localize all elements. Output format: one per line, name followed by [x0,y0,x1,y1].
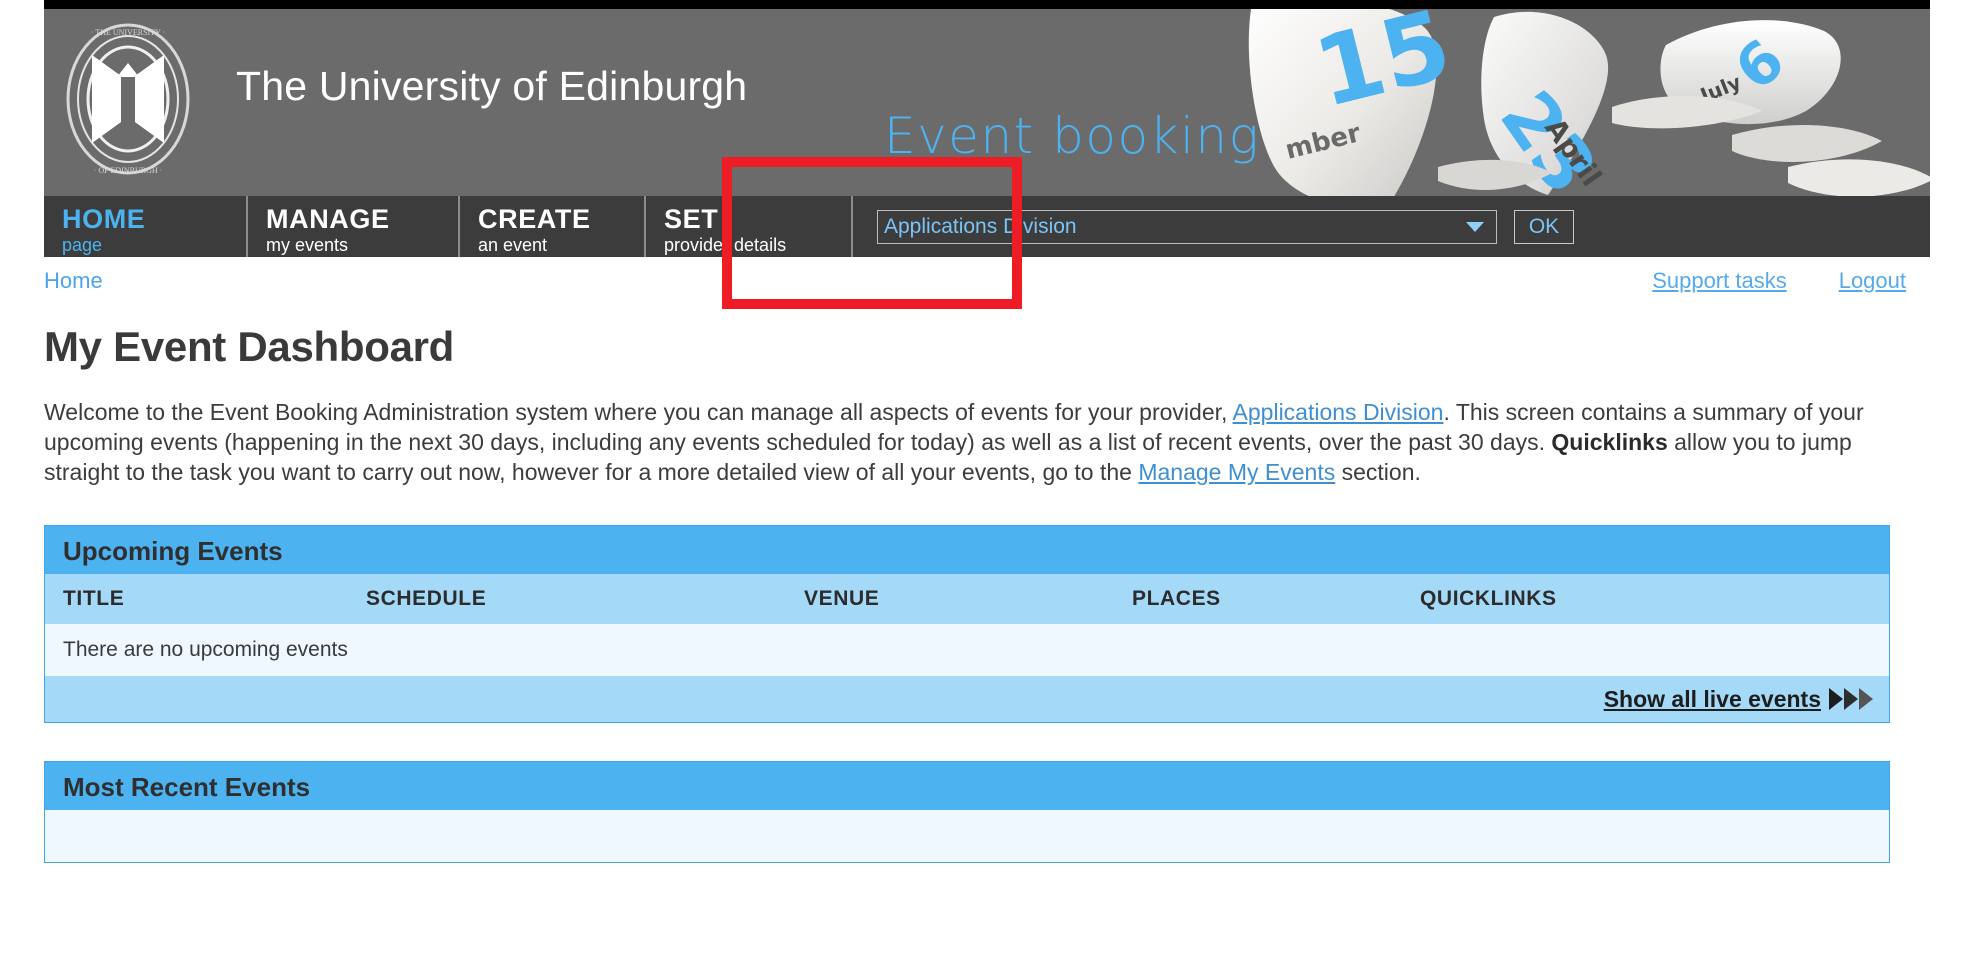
page-shell: · THE UNIVERSITY · · OF EDINBURGH · The … [44,9,1930,863]
breadcrumb-home[interactable]: Home [44,268,103,294]
intro-text-part1: Welcome to the Event Booking Administrat… [44,399,1233,425]
recent-events-placeholder-cell [45,810,1889,862]
nav-set-subtitle: provider details [664,234,851,257]
recent-events-table [45,810,1889,862]
nav-home-subtitle: page [62,234,246,257]
nav-manage-title: MANAGE [266,205,458,233]
upcoming-events-panel: Upcoming Events TITLE SCHEDULE VENUE PLA… [44,525,1890,723]
svg-text:· OF EDINBURGH ·: · OF EDINBURGH · [94,166,163,175]
main-content: My Event Dashboard Welcome to the Event … [44,323,1930,863]
university-crest-icon: · THE UNIVERSITY · · OF EDINBURGH · [59,19,197,179]
intro-text-part4: section. [1335,459,1421,485]
upcoming-events-footer: Show all live events [45,676,1889,722]
recent-events-panel: Most Recent Events [44,761,1890,863]
nav-item-create[interactable]: CREATE an event [460,196,646,257]
column-header-schedule: SCHEDULE [348,574,786,624]
table-header-row: TITLE SCHEDULE VENUE PLACES QUICKLINKS [45,574,1889,624]
nav-set-title: SET [664,205,851,233]
calendar-pages-illustration: 15 mber 23 April 6 July [1176,9,1930,196]
nav-item-home[interactable]: HOME page [44,196,248,257]
manage-my-events-link[interactable]: Manage My Events [1138,459,1335,485]
breadcrumb-row: Home Support tasks Logout [44,257,1930,305]
column-header-title: TITLE [45,574,348,624]
upcoming-events-table: TITLE SCHEDULE VENUE PLACES QUICKLINKS T… [45,574,1889,676]
ok-button[interactable]: OK [1514,210,1574,244]
provider-inline-link[interactable]: Applications Division [1233,399,1444,425]
svg-text:· THE UNIVERSITY ·: · THE UNIVERSITY · [91,28,165,37]
top-black-bar [44,0,1930,9]
nav-create-title: CREATE [478,205,644,233]
empty-state-message: There are no upcoming events [45,624,1889,676]
main-navigation: HOME page MANAGE my events CREATE an eve… [44,196,1930,257]
nav-home-title: HOME [62,205,246,233]
nav-manage-subtitle: my events [266,234,458,257]
upcoming-events-heading: Upcoming Events [45,526,1889,574]
nav-item-manage[interactable]: MANAGE my events [248,196,460,257]
table-row: There are no upcoming events [45,624,1889,676]
table-row [45,810,1889,862]
column-header-quicklinks: QUICKLINKS [1402,574,1889,624]
provider-select-value: Applications Division [884,215,1466,239]
column-header-venue: VENUE [786,574,1114,624]
university-name: The University of Edinburgh [236,63,747,110]
quicklinks-bold: Quicklinks [1551,429,1667,455]
site-banner: · THE UNIVERSITY · · OF EDINBURGH · The … [44,9,1930,196]
support-tasks-link[interactable]: Support tasks [1652,268,1787,294]
chevron-down-icon [1466,222,1484,232]
page-title: My Event Dashboard [44,323,1930,371]
triple-arrow-right-icon [1829,688,1873,710]
show-all-live-events-link[interactable]: Show all live events [1604,686,1821,713]
recent-events-heading: Most Recent Events [45,762,1889,810]
svg-text:15: 15 [1304,9,1461,129]
provider-selector-group: Applications Division OK [853,196,1930,257]
utility-links: Support tasks Logout [1652,268,1930,294]
nav-create-subtitle: an event [478,234,644,257]
nav-item-set-provider-details[interactable]: SET provider details [646,196,853,257]
column-header-places: PLACES [1114,574,1402,624]
intro-paragraph: Welcome to the Event Booking Administrat… [44,397,1924,487]
provider-select[interactable]: Applications Division [877,210,1497,244]
logout-link[interactable]: Logout [1839,268,1906,294]
